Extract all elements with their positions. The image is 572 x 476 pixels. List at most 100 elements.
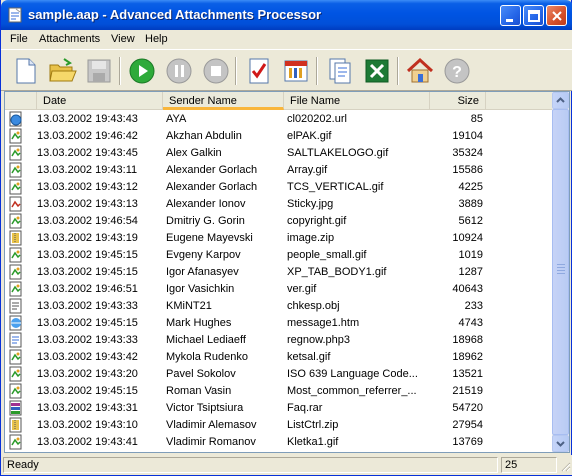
scroll-up-button[interactable] xyxy=(552,92,569,109)
close-button[interactable] xyxy=(546,5,567,26)
row-sender: Vladimir Romanov xyxy=(166,436,256,448)
row-date: 13.03.2002 19:43:13 xyxy=(37,198,138,210)
table-row[interactable]: 13.03.2002 19:43:31 Victor Tsiptsiura Faq.… xyxy=(5,400,552,417)
zip-file-icon xyxy=(8,230,24,246)
column-header-file[interactable]: File Name xyxy=(284,92,430,110)
calendar-icon[interactable] xyxy=(280,55,312,87)
row-file-name: elPAK.gif xyxy=(287,130,332,142)
maximize-button[interactable] xyxy=(523,5,544,26)
url-file-icon xyxy=(8,111,24,127)
row-file-name: TCS_VERTICAL.gif xyxy=(287,181,384,193)
table-row[interactable]: 13.03.2002 19:43:42 Mykola Rudenko ketsal.… xyxy=(5,349,552,366)
minimize-icon xyxy=(506,19,513,22)
row-sender: Roman Vasin xyxy=(166,385,232,397)
row-date: 13.03.2002 19:46:51 xyxy=(37,283,138,295)
table-row[interactable]: 13.03.2002 19:45:15 Igor Afanasyev XP_TAB_… xyxy=(5,264,552,281)
home-icon[interactable] xyxy=(404,55,436,87)
play-icon[interactable] xyxy=(126,55,158,87)
column-header-date[interactable]: Date xyxy=(37,92,163,110)
row-sender: Igor Vasichkin xyxy=(166,283,235,295)
table-row[interactable]: 13.03.2002 19:43:10 Vladimir Alemasov List… xyxy=(5,417,552,434)
row-size: 13521 xyxy=(452,368,483,380)
column-header-sender[interactable]: Sender Name xyxy=(163,92,284,110)
table-row[interactable]: 13.03.2002 19:43:41 Vladimir Romanov Kletk… xyxy=(5,434,552,451)
scroll-down-button[interactable] xyxy=(552,435,569,452)
table-row[interactable]: 13.03.2002 19:45:15 Evgeny Karpov people_s… xyxy=(5,247,552,264)
menu-file[interactable]: File xyxy=(10,33,28,45)
row-date: 13.03.2002 19:43:10 xyxy=(37,419,138,431)
copy-documents-icon[interactable] xyxy=(324,55,356,87)
vertical-scrollbar[interactable] xyxy=(552,92,569,452)
row-size: 4743 xyxy=(458,317,483,329)
table-row[interactable]: 13.03.2002 19:43:45 Alex Galkin SALTLAKELO… xyxy=(5,145,552,162)
row-sender: Alexander Gorlach xyxy=(166,181,258,193)
menu-help[interactable]: Help xyxy=(145,33,168,45)
status-count: 25 xyxy=(501,457,557,473)
toolbar-separator xyxy=(119,57,121,85)
row-sender: Alexander Gorlach xyxy=(166,164,258,176)
row-file-name: Most_common_referrer_... xyxy=(287,385,417,397)
gif-file-icon xyxy=(8,366,24,382)
table-row[interactable]: 13.03.2002 19:46:51 Igor Vasichkin ver.gif… xyxy=(5,281,552,298)
row-size: 35324 xyxy=(452,147,483,159)
excel-icon[interactable] xyxy=(361,55,393,87)
gif-file-icon xyxy=(8,128,24,144)
attachments-list[interactable]: Date Sender Name File Name Size 13.03.20… xyxy=(4,91,570,453)
status-text: Ready xyxy=(3,457,498,473)
menu-view[interactable]: View xyxy=(111,33,135,45)
column-header-size[interactable]: Size xyxy=(430,92,486,110)
row-date: 13.03.2002 19:45:15 xyxy=(37,249,138,261)
row-sender: AYA xyxy=(166,113,187,125)
row-date: 13.03.2002 19:46:42 xyxy=(37,130,138,142)
resize-grip-icon[interactable] xyxy=(559,460,571,472)
table-row[interactable]: 13.03.2002 19:43:43 AYA cl020202.url 85 xyxy=(5,111,552,128)
row-sender: Michael Lediaeff xyxy=(166,334,246,346)
gif-file-icon xyxy=(8,349,24,365)
table-row[interactable]: 13.03.2002 19:43:13 Alexander Ionov Sticky… xyxy=(5,196,552,213)
row-sender: Evgeny Karpov xyxy=(166,249,241,261)
table-row[interactable]: 13.03.2002 19:43:33 KMiNT21 chkesp.obj 233 xyxy=(5,298,552,315)
help-icon[interactable]: ? xyxy=(441,55,473,87)
row-sender: Akzhan Abdulin xyxy=(166,130,242,142)
title-bar[interactable]: sample.aap - Advanced Attachments Proces… xyxy=(1,0,572,30)
row-file-name: XP_TAB_BODY1.gif xyxy=(287,266,387,278)
row-date: 13.03.2002 19:43:45 xyxy=(37,147,138,159)
table-row[interactable]: 13.03.2002 19:46:54 Dmitriy G. Gorin copyr… xyxy=(5,213,552,230)
row-date: 13.03.2002 19:46:54 xyxy=(37,215,138,227)
toolbar: ? xyxy=(1,49,572,91)
row-size: 15586 xyxy=(452,164,483,176)
column-header-icon[interactable] xyxy=(5,92,37,110)
new-document-icon[interactable] xyxy=(9,55,41,87)
row-file-name: chkesp.obj xyxy=(287,300,340,312)
scroll-down-icon xyxy=(556,441,565,447)
row-size: 21519 xyxy=(452,385,483,397)
table-row[interactable]: 13.03.2002 19:43:33 Michael Lediaeff regno… xyxy=(5,332,552,349)
gif-file-icon xyxy=(8,179,24,195)
gif-file-icon xyxy=(8,213,24,229)
table-row[interactable]: 13.03.2002 19:45:15 Roman Vasin Most_commo… xyxy=(5,383,552,400)
row-size: 19104 xyxy=(452,130,483,142)
open-folder-icon[interactable] xyxy=(46,55,78,87)
gif-file-icon xyxy=(8,247,24,263)
row-date: 13.03.2002 19:43:19 xyxy=(37,232,138,244)
scroll-thumb[interactable] xyxy=(552,109,569,435)
row-file-name: ListCtrl.zip xyxy=(287,419,339,431)
row-date: 13.03.2002 19:43:33 xyxy=(37,334,138,346)
table-row[interactable]: 13.03.2002 19:43:20 Pavel Sokolov ISO 639 … xyxy=(5,366,552,383)
row-sender: KMiNT21 xyxy=(166,300,212,312)
save-icon[interactable] xyxy=(83,55,115,87)
table-row[interactable]: 13.03.2002 19:43:12 Alexander Gorlach TCS_… xyxy=(5,179,552,196)
table-row[interactable]: 13.03.2002 19:46:42 Akzhan Abdulin elPAK.g… xyxy=(5,128,552,145)
checklist-icon[interactable] xyxy=(243,55,275,87)
row-file-name: Kletka1.gif xyxy=(287,436,339,448)
table-row[interactable]: 13.03.2002 19:45:15 Mark Hughes message1.h… xyxy=(5,315,552,332)
minimize-button[interactable] xyxy=(500,5,521,26)
menu-attachments[interactable]: Attachments xyxy=(39,33,100,45)
row-file-name: Faq.rar xyxy=(287,402,323,414)
zip-file-icon xyxy=(8,417,24,433)
table-row[interactable]: 13.03.2002 19:43:19 Eugene Mayevski image.… xyxy=(5,230,552,247)
row-size: 233 xyxy=(464,300,483,312)
stop-icon[interactable] xyxy=(200,55,232,87)
pause-icon[interactable] xyxy=(163,55,195,87)
table-row[interactable]: 13.03.2002 19:43:11 Alexander Gorlach Arra… xyxy=(5,162,552,179)
